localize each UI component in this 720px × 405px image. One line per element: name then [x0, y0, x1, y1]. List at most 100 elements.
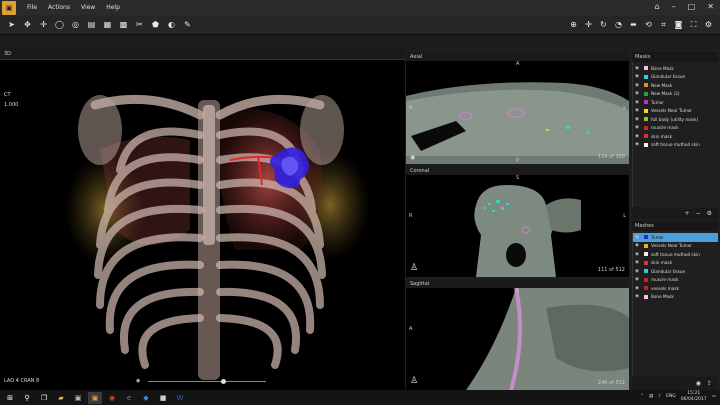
notifications-icon[interactable]: ▭: [712, 394, 716, 399]
mask-options-icon[interactable]: ⚙: [707, 210, 712, 217]
masks-row[interactable]: ◉ Tumor: [633, 98, 718, 107]
edge-icon[interactable]: e: [122, 392, 136, 404]
app-gray-icon[interactable]: ■: [156, 392, 170, 404]
color-swatch[interactable]: [644, 269, 648, 274]
mesh-visibility-icon[interactable]: ◉: [696, 380, 701, 387]
masks-row[interactable]: ◉ Vessels Near Tumor: [633, 107, 718, 116]
visibility-eye-icon[interactable]: ◉: [633, 134, 641, 139]
meshes-row[interactable]: ◉ Bone Mask: [633, 293, 718, 302]
visibility-eye-icon[interactable]: ◉: [633, 269, 641, 274]
color-swatch[interactable]: [644, 117, 648, 122]
masks-row[interactable]: ◉ muscle mask: [633, 124, 718, 133]
meshes-row[interactable]: ◉ soft tissue muthod skin: [633, 250, 718, 259]
meshes-row[interactable]: ◉ skin mask: [633, 259, 718, 268]
visibility-eye-icon[interactable]: ◉: [633, 243, 641, 248]
settings-icon[interactable]: ⚙: [703, 19, 714, 30]
masks-row[interactable]: ◉ Bone Mask: [633, 64, 718, 73]
color-swatch[interactable]: [644, 134, 648, 139]
pan-icon[interactable]: ✛: [583, 19, 594, 30]
move-tool-icon[interactable]: ✥: [22, 19, 33, 30]
color-swatch[interactable]: [644, 108, 648, 113]
file-explorer-icon[interactable]: ▰: [54, 392, 68, 404]
fullscreen-icon[interactable]: ⛶: [688, 19, 699, 30]
clock[interactable]: 15:21 06/04/2017: [681, 391, 707, 402]
visibility-eye-icon[interactable]: ◉: [633, 294, 641, 299]
pointer-tool-icon[interactable]: ➤: [6, 19, 17, 30]
start-icon[interactable]: ⊞: [3, 392, 17, 404]
palette-tool-icon[interactable]: ◐: [166, 19, 177, 30]
meshes-row[interactable]: ◉ muscle mask: [633, 276, 718, 285]
meshes-row[interactable]: ◉ Glandular tissue: [633, 267, 718, 276]
layout-tool-icon[interactable]: ▤: [86, 19, 97, 30]
color-swatch[interactable]: [644, 260, 648, 265]
store-icon[interactable]: ▣: [71, 392, 85, 404]
visibility-eye-icon[interactable]: ◉: [633, 108, 641, 113]
color-swatch[interactable]: [644, 252, 648, 257]
chrome-icon[interactable]: ◉: [105, 392, 119, 404]
visibility-eye-icon[interactable]: ◉: [633, 235, 641, 240]
minimize-button[interactable]: –: [672, 2, 676, 11]
color-swatch[interactable]: [644, 142, 648, 147]
visibility-eye-icon[interactable]: ◉: [633, 91, 641, 96]
app-blue-icon[interactable]: ◆: [139, 392, 153, 404]
mesh-tool-icon[interactable]: ▩: [118, 19, 129, 30]
visibility-eye-icon[interactable]: ◉: [633, 277, 641, 282]
cut-tool-icon[interactable]: ✂: [134, 19, 145, 30]
remove-mask-icon[interactable]: −: [696, 210, 701, 217]
circle-tool-icon[interactable]: ◯: [54, 19, 65, 30]
search-icon[interactable]: ⚲: [20, 392, 34, 404]
word-icon[interactable]: W: [173, 392, 187, 404]
menu-actions[interactable]: Actions: [48, 4, 70, 11]
color-swatch[interactable]: [644, 125, 648, 130]
task-view-icon[interactable]: ❐: [37, 392, 51, 404]
menu-help[interactable]: Help: [106, 4, 120, 11]
color-swatch[interactable]: [644, 286, 648, 291]
visibility-eye-icon[interactable]: ◉: [633, 117, 641, 122]
masks-row[interactable]: ◉ soft tissue muthod skin: [633, 141, 718, 150]
language-indicator[interactable]: ENG: [666, 394, 676, 399]
color-swatch[interactable]: [644, 66, 648, 71]
crosshair-tool-icon[interactable]: ✛: [38, 19, 49, 30]
meshes-row[interactable]: ◉ vessels mask: [633, 284, 718, 293]
view3d-viewport[interactable]: CT 1.000 LAO 4 CRAN 8 ◉: [0, 59, 405, 390]
crop-icon[interactable]: ⌗: [658, 19, 669, 30]
flip-icon[interactable]: ⬌: [628, 19, 639, 30]
color-swatch[interactable]: [644, 100, 648, 105]
visibility-eye-icon[interactable]: ◉: [633, 252, 641, 257]
visibility-eye-icon[interactable]: ◉: [633, 260, 641, 265]
visibility-eye-icon[interactable]: ◉: [633, 100, 641, 105]
tray-up-icon[interactable]: ⌃: [640, 394, 644, 399]
color-swatch[interactable]: [644, 91, 648, 96]
window-level-icon[interactable]: ◔: [613, 19, 624, 30]
color-swatch[interactable]: [644, 235, 648, 240]
app-taskbar-icon[interactable]: ▣: [88, 391, 102, 404]
visibility-eye-icon[interactable]: ◉: [633, 286, 641, 291]
meshes-row[interactable]: ◉ Vessels Near Tumor: [633, 242, 718, 251]
target-tool-icon[interactable]: ◎: [70, 19, 81, 30]
axial-eye-icon[interactable]: ◉: [410, 154, 415, 161]
visibility-eye-icon[interactable]: ◉: [633, 66, 641, 71]
visibility-eye-icon[interactable]: ◉: [633, 83, 641, 88]
eye-icon[interactable]: ◉: [136, 378, 140, 384]
coronal-viewport[interactable]: S R L ♙ 111 of 512: [406, 175, 629, 277]
color-swatch[interactable]: [644, 294, 648, 299]
add-mask-icon[interactable]: +: [685, 210, 690, 217]
axial-viewport[interactable]: A R L P ◉ 124 of 320: [406, 61, 629, 164]
home-icon[interactable]: ⌂: [655, 2, 660, 11]
visibility-eye-icon[interactable]: ◉: [633, 142, 641, 147]
menu-view[interactable]: View: [81, 4, 95, 11]
visibility-eye-icon[interactable]: ◉: [633, 125, 641, 130]
volume-icon[interactable]: ♪: [658, 394, 661, 399]
zoom-icon[interactable]: ⊕: [568, 19, 579, 30]
visibility-eye-icon[interactable]: ◉: [633, 74, 641, 79]
color-swatch[interactable]: [644, 243, 648, 248]
camera-icon[interactable]: ◙: [673, 19, 684, 30]
meshes-row[interactable]: ◉ Tumor: [633, 233, 718, 242]
network-icon[interactable]: ▤: [649, 394, 653, 399]
shape-tool-icon[interactable]: ⬟: [150, 19, 161, 30]
color-swatch[interactable]: [644, 83, 648, 88]
masks-row[interactable]: ◉ full body (utility mask): [633, 115, 718, 124]
reset-icon[interactable]: ⟲: [643, 19, 654, 30]
sagittal-viewport[interactable]: A S ♙ 246 of 512: [406, 288, 629, 390]
rotate-icon[interactable]: ↻: [598, 19, 609, 30]
